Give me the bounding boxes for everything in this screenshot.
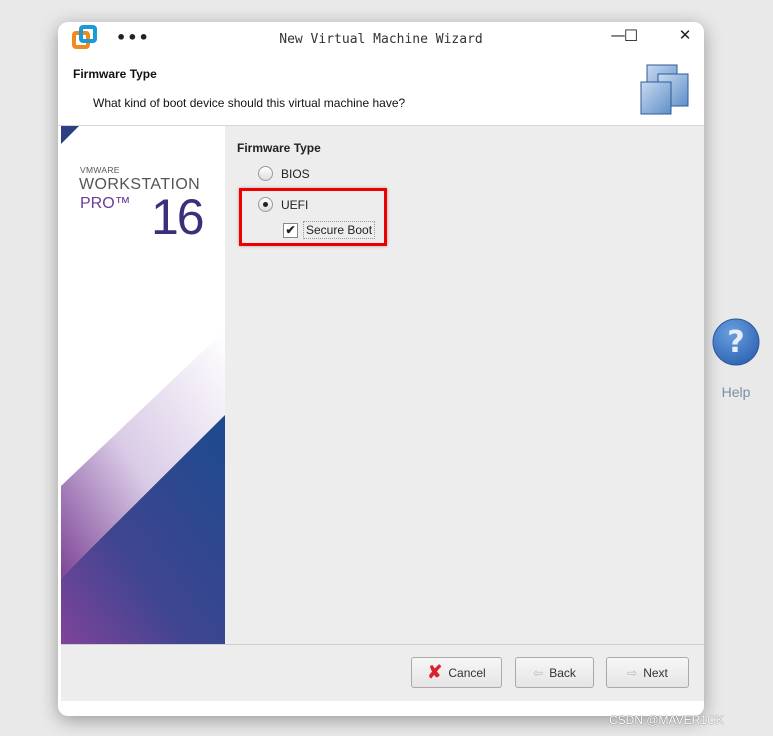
close-button[interactable]: ✕ [670, 26, 700, 50]
help-question-icon: ? [712, 318, 760, 366]
page-title: Firmware Type [73, 67, 157, 81]
secure-boot-label: Secure Boot [303, 221, 376, 239]
brand-vendor: VMWARE [80, 165, 120, 175]
page-subtitle: What kind of boot device should this vir… [93, 96, 406, 110]
brand-edition: PRO™ [80, 195, 131, 212]
secure-boot-checkbox[interactable]: ✔ Secure Boot [283, 221, 376, 239]
bios-label: BIOS [281, 166, 310, 181]
uefi-radio[interactable]: UEFI [258, 197, 308, 212]
checkmark-icon[interactable]: ✔ [283, 222, 298, 238]
wizard-header: Firmware Type What kind of boot device s… [58, 58, 704, 126]
svg-text:?: ? [727, 325, 744, 360]
back-button[interactable]: ⇦ Back [515, 657, 594, 688]
brand-panel: VMWARE WORKSTATION PRO™ 16 [61, 126, 225, 644]
title-bar: ••• New Virtual Machine Wizard — ☐ ✕ [58, 22, 704, 58]
red-x-icon: ✘ [427, 662, 443, 682]
maximize-button[interactable]: ☐ [616, 26, 646, 50]
wizard-window: ••• New Virtual Machine Wizard — ☐ ✕ Fir… [58, 22, 704, 716]
next-button[interactable]: ⇨ Next [606, 657, 689, 688]
wizard-footer: ✘ Cancel ⇦ Back ⇨ Next [61, 644, 704, 701]
radio-selected-icon[interactable] [258, 197, 273, 212]
back-label: Back [549, 665, 576, 680]
cancel-button[interactable]: ✘ Cancel [411, 657, 502, 688]
back-arrow-icon: ⇦ [533, 665, 544, 680]
watermark: CSDN @MAVER1CK [609, 713, 724, 727]
content-area: Firmware Type BIOS UEFI ✔ Secure Boot [225, 126, 704, 644]
virtual-machines-icon [640, 64, 689, 115]
bios-radio[interactable]: BIOS [258, 166, 310, 181]
next-arrow-icon: ⇨ [627, 665, 638, 680]
section-title: Firmware Type [237, 141, 321, 155]
radio-icon[interactable] [258, 166, 273, 181]
brand-version: 16 [151, 189, 205, 245]
next-label: Next [643, 665, 668, 680]
help-label: Help [721, 384, 751, 400]
cancel-label: Cancel [448, 665, 486, 680]
help-button[interactable]: ? Help [712, 318, 760, 400]
uefi-label: UEFI [281, 197, 309, 212]
